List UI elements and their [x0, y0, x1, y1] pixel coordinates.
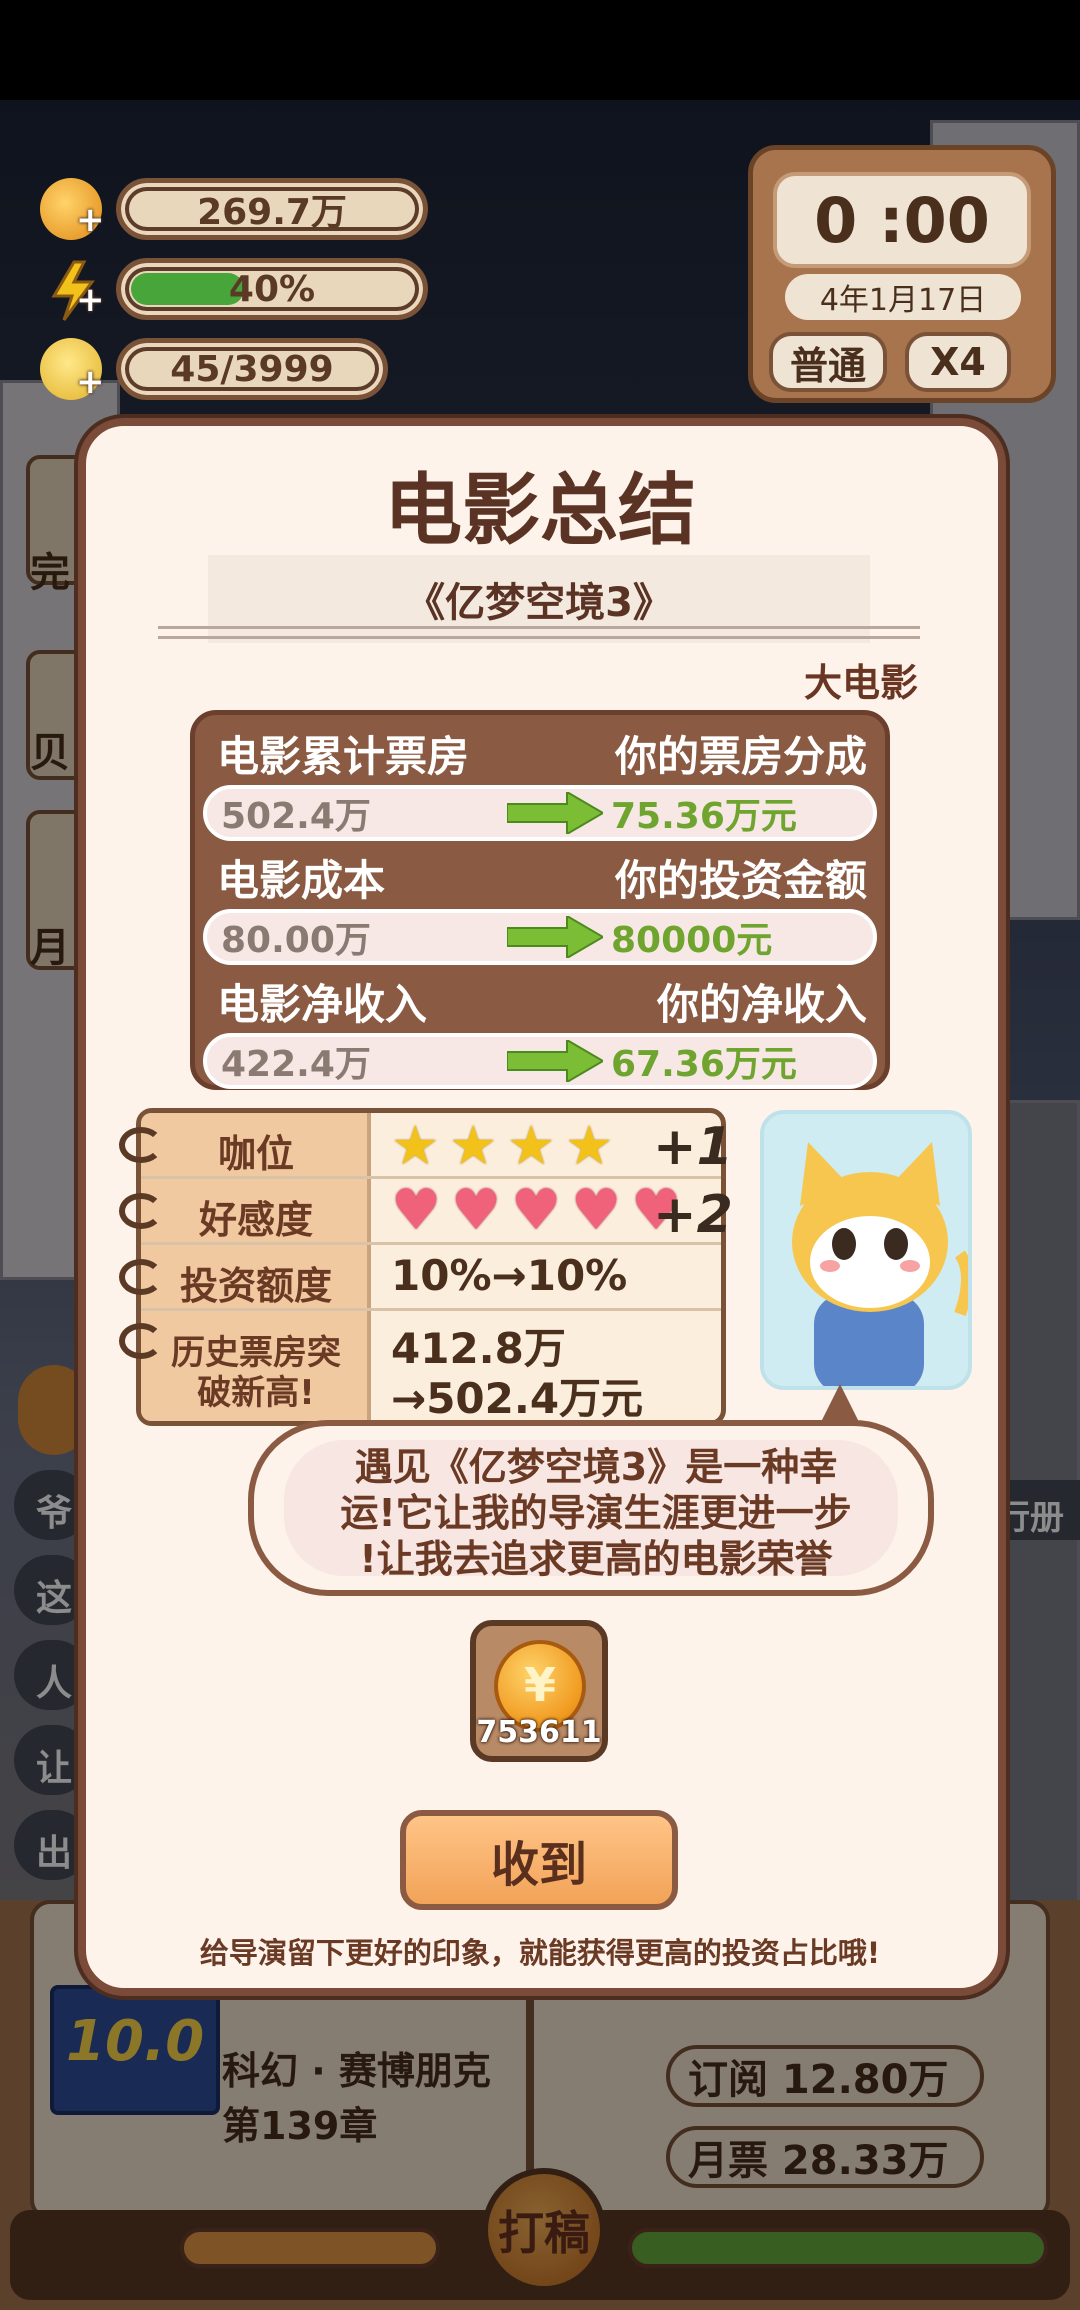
cat-director-avatar: [764, 1114, 968, 1386]
bubble-tail: [820, 1384, 860, 1424]
plus-icon[interactable]: +: [76, 200, 105, 240]
plus-icon[interactable]: +: [76, 280, 105, 320]
stat-label-share: 你的票房分成: [614, 731, 867, 781]
rank-gain: +1: [653, 1117, 733, 1177]
relationship-notebook: 咖位 ★ ★ ★ ★ +1 好感度 ♥ ♥ ♥ ♥ ♥ +2 投资额度 10%→10% 历史票…: [119, 1108, 733, 1426]
divider: [158, 626, 920, 629]
record-value-line-2: →502.4万元: [391, 1374, 644, 1423]
favor-label: 好感度: [198, 1198, 313, 1242]
stat-label-your-net: 你的净收入: [656, 979, 867, 1029]
coins-display: 269.7万: [116, 178, 428, 240]
director-portrait: [760, 1110, 972, 1390]
stat-value-net-income: 422.4万: [221, 1044, 371, 1085]
stat-value-box-office: 502.4万: [221, 796, 371, 837]
energy-display: 40%: [116, 258, 428, 320]
mode-button[interactable]: 普通: [769, 332, 887, 392]
stat-label-cost: 电影成本: [217, 855, 386, 905]
stats-table: 电影累计票房 你的票房分成 502.4万 75.36万元 电影成本 你的投资金额…: [190, 710, 890, 1090]
movie-name: 《亿梦空境3》: [208, 555, 870, 643]
ideas-display: 45/3999: [116, 338, 388, 400]
star-icon: ★: [391, 1114, 440, 1177]
stat-value-your-net: 67.36万元: [611, 1044, 797, 1085]
arrow-icon: [507, 1040, 603, 1082]
clock-panel: 0 :00 4年1月17日 普通 X4: [748, 145, 1056, 403]
coins-value: 269.7万: [197, 192, 347, 233]
heart-icon: ♥: [571, 1178, 622, 1243]
quote-line: 遇见《亿梦空境3》是一种幸: [354, 1445, 838, 1489]
speed-button[interactable]: X4: [905, 332, 1011, 392]
stat-label-box-office: 电影累计票房: [217, 731, 470, 781]
energy-value: 40%: [228, 268, 316, 310]
coin-reward: ¥ 753611: [470, 1620, 608, 1762]
director-quote-bubble: 遇见《亿梦空境3》是一种幸 运!它让我的导演生涯更进一步 !让我去追求更高的电影…: [248, 1420, 934, 1596]
star-icon: ★: [565, 1114, 614, 1177]
stat-value-row: 80.00万 80000元: [203, 909, 877, 965]
heart-icon: ♥: [451, 1178, 502, 1243]
star-icon: ★: [507, 1114, 556, 1177]
plus-icon[interactable]: +: [76, 362, 105, 402]
stat-value-row: 502.4万 75.36万元: [203, 785, 877, 841]
stat-label-net-income: 电影净收入: [217, 979, 428, 1029]
invest-value: 10%→10%: [391, 1251, 628, 1300]
dialog-title: 电影总结: [383, 466, 696, 556]
favor-gain: +2: [653, 1185, 733, 1245]
ideas-value: 45/3999: [170, 348, 334, 390]
reward-amount: 753611: [476, 1715, 602, 1750]
yen-icon: ¥: [523, 1658, 556, 1712]
invest-label: 投资额度: [179, 1264, 332, 1308]
record-label-line-2: 破新高!: [197, 1373, 315, 1413]
quote-line: !让我去追求更高的电影荣誉: [359, 1537, 833, 1581]
divider: [158, 636, 920, 639]
stat-header-row: 电影累计票房 你的票房分成: [217, 725, 867, 781]
movie-type-tag: 大电影: [803, 661, 918, 705]
quote-line: 运!它让我的导演生涯更进一步: [340, 1491, 852, 1535]
stat-value-row: 422.4万 67.36万元: [203, 1033, 877, 1089]
stat-header-row: 电影成本 你的投资金额: [217, 849, 867, 905]
stat-value-cost: 80.00万: [221, 920, 371, 961]
hint-text: 给导演留下更好的印象，就能获得更高的投资占比哦!: [199, 1936, 881, 1970]
stat-label-investment: 你的投资金额: [614, 855, 867, 905]
clock-date: 4年1月17日: [785, 274, 1021, 320]
stat-value-share: 75.36万元: [611, 796, 797, 837]
heart-icon: ♥: [391, 1178, 442, 1243]
rank-label: 咖位: [217, 1132, 294, 1176]
arrow-icon: [507, 916, 603, 958]
clock-time: 0 :00: [773, 172, 1031, 268]
stat-header-row: 电影净收入 你的净收入: [217, 973, 867, 1029]
stat-value-investment: 80000元: [611, 920, 773, 961]
director-quote: 遇见《亿梦空境3》是一种幸 运!它让我的导演生涯更进一步 !让我去追求更高的电影…: [304, 1444, 888, 1582]
star-icon: ★: [449, 1114, 498, 1177]
arrow-icon: [507, 792, 603, 834]
heart-icon: ♥: [511, 1178, 562, 1243]
collect-button[interactable]: 收到: [400, 1810, 678, 1910]
